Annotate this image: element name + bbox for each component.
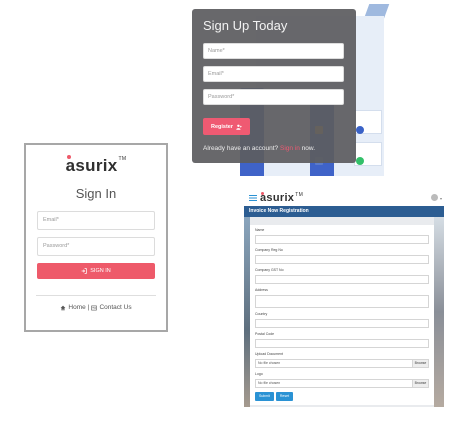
page-title: Invoice Now Registration bbox=[244, 206, 444, 217]
field-label: Company Reg No bbox=[255, 248, 283, 252]
file-name: No file chosen bbox=[258, 381, 281, 385]
footer-separator: | bbox=[87, 304, 90, 311]
company-reg-no-field[interactable] bbox=[255, 255, 429, 264]
logo-tm: TM bbox=[118, 156, 127, 162]
asurix-logo: a surix TM bbox=[36, 155, 156, 176]
logo-a-mark: a bbox=[260, 191, 267, 204]
company-gst-no-field[interactable] bbox=[255, 275, 429, 284]
home-icon bbox=[60, 305, 66, 310]
logo-file-input[interactable]: No file chosen Browse bbox=[255, 379, 429, 388]
country-field[interactable] bbox=[255, 319, 429, 328]
field-label: Address bbox=[255, 288, 268, 292]
logo-text-rest: surix bbox=[266, 191, 295, 204]
field-label: Name bbox=[255, 228, 265, 232]
field-label: Company GST No bbox=[255, 268, 284, 272]
logo-a-mark: a bbox=[65, 155, 76, 175]
sign-in-icon bbox=[81, 268, 88, 274]
signup-footer: Already have an account? Sign in now. bbox=[203, 145, 345, 152]
signup-panel: Sign Up Today Name* Email* Password* Reg… bbox=[192, 9, 356, 163]
registration-form: Name Company Reg No Company GST No Addre… bbox=[250, 225, 434, 405]
field-label: Postal Code bbox=[255, 332, 275, 336]
field-label: Country bbox=[255, 312, 268, 316]
background-photo bbox=[434, 217, 444, 407]
logo-text-rest: surix bbox=[75, 156, 118, 175]
signup-title: Sign Up Today bbox=[203, 18, 288, 33]
field-label: Upload Document bbox=[255, 352, 284, 356]
home-link[interactable]: Home bbox=[68, 304, 85, 311]
email-field[interactable]: Email* bbox=[203, 66, 344, 82]
contact-us-link[interactable]: Contact Us bbox=[99, 304, 131, 311]
sign-in-link[interactable]: Sign in bbox=[280, 145, 300, 152]
password-field[interactable]: Password* bbox=[203, 89, 344, 105]
register-label: Register bbox=[211, 123, 234, 130]
signin-card: a surix TM Sign In Email* Password* SIGN I… bbox=[24, 143, 168, 332]
signup-footer-suffix: now. bbox=[301, 145, 316, 152]
password-field[interactable]: Password* bbox=[37, 237, 155, 256]
user-avatar-icon[interactable] bbox=[431, 194, 438, 201]
signup-footer-text: Already have an account? bbox=[203, 145, 279, 152]
invoice-registration-window: a surix TM ▾ Invoice Now Registration Name… bbox=[244, 189, 444, 407]
document-file-input[interactable]: No file chosen Browse bbox=[255, 359, 429, 368]
background-dot bbox=[356, 126, 364, 134]
menu-icon[interactable] bbox=[249, 194, 257, 201]
asurix-logo: a surix TM bbox=[260, 191, 304, 204]
browse-button[interactable]: Browse bbox=[412, 380, 428, 387]
email-field[interactable]: Email* bbox=[37, 211, 155, 230]
signin-title: Sign In bbox=[75, 186, 117, 201]
user-plus-icon bbox=[236, 124, 242, 130]
sign-in-label: SIGN IN bbox=[90, 268, 111, 274]
browse-button[interactable]: Browse bbox=[412, 360, 428, 367]
field-label: Logo bbox=[255, 372, 263, 376]
sign-in-button[interactable]: SIGN IN bbox=[37, 263, 155, 279]
postal-code-field[interactable] bbox=[255, 339, 429, 348]
register-button[interactable]: Register bbox=[203, 118, 251, 135]
file-name: No file chosen bbox=[258, 361, 281, 365]
address-field[interactable] bbox=[255, 295, 429, 308]
name-field[interactable]: Name* bbox=[203, 43, 344, 59]
form-actions: Submit Reset bbox=[255, 392, 429, 401]
name-field[interactable] bbox=[255, 235, 429, 244]
background-dot bbox=[356, 157, 364, 165]
chevron-down-icon[interactable]: ▾ bbox=[440, 196, 442, 201]
contact-card-icon bbox=[91, 305, 98, 310]
divider bbox=[36, 295, 156, 296]
logo-tm: TM bbox=[295, 191, 304, 198]
signin-footer-links: Home | Contact Us bbox=[36, 304, 156, 311]
reset-button[interactable]: Reset bbox=[275, 392, 294, 401]
submit-button[interactable]: Submit bbox=[255, 392, 274, 401]
app-header: a surix TM ▾ bbox=[244, 189, 444, 206]
